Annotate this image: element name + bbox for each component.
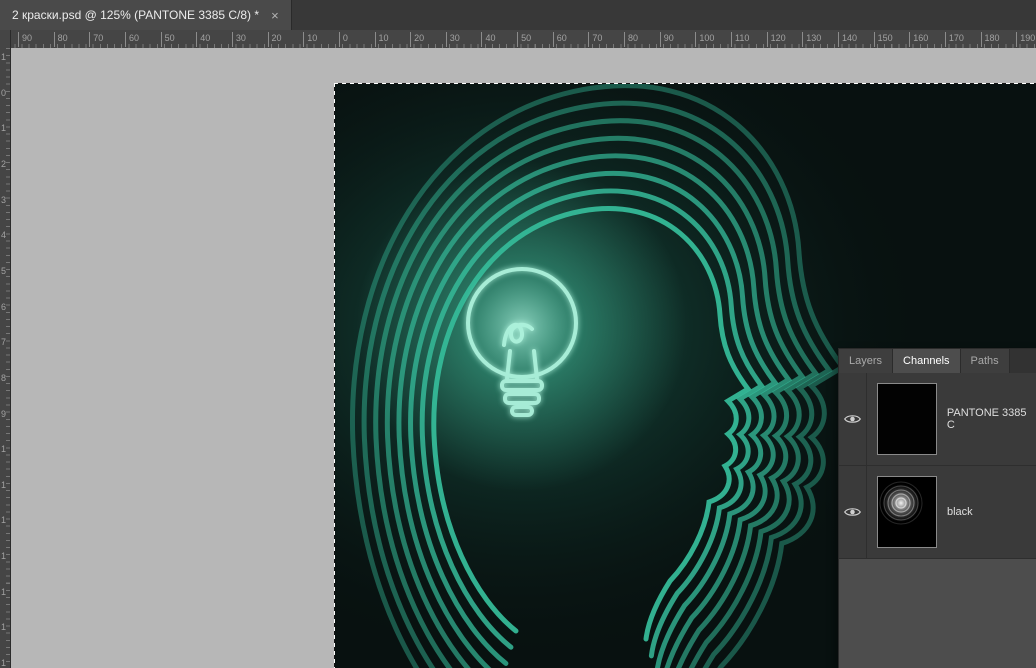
ruler-number: 5 <box>1 266 10 276</box>
ruler-number: 80 <box>624 32 638 47</box>
ruler-number: 8 <box>1 373 10 383</box>
channel-row-black[interactable]: black <box>839 466 1036 559</box>
selection-marquee-top <box>334 83 1036 84</box>
ruler-number: 130 <box>802 32 821 47</box>
eye-icon <box>844 506 861 518</box>
channels-panel: Layers Channels Paths PANTONE 3385 C <box>838 348 1036 668</box>
ruler-number: 1 <box>1 551 10 561</box>
ruler-number: 9 <box>1 409 10 419</box>
ruler-number: 1 <box>1 515 10 525</box>
ruler-number: 10 <box>303 32 317 47</box>
ruler-number: 1 <box>1 480 10 490</box>
document-tab-title: 2 краски.psd @ 125% (PANTONE 3385 C/8) * <box>12 8 259 22</box>
ruler-number: 1 <box>1 444 10 454</box>
panel-tab-bar: Layers Channels Paths <box>839 349 1036 373</box>
ruler-number: 20 <box>268 32 282 47</box>
ruler-number: 1 <box>1 587 10 597</box>
channel-name: black <box>947 506 973 518</box>
horizontal-ruler: 9080706050403020100102030405060708090100… <box>0 30 1036 49</box>
tab-layers[interactable]: Layers <box>839 349 893 373</box>
ruler-number: 6 <box>1 302 10 312</box>
ruler-number: 40 <box>481 32 495 47</box>
ruler-number: 1 <box>1 123 10 133</box>
channel-thumbnail-pantone[interactable] <box>877 383 937 455</box>
document-tab[interactable]: 2 краски.psd @ 125% (PANTONE 3385 C/8) *… <box>0 0 292 30</box>
eye-icon <box>844 413 861 425</box>
ruler-number: 190 <box>1016 32 1035 47</box>
ruler-number: 80 <box>54 32 68 47</box>
ruler-number: 120 <box>767 32 786 47</box>
ruler-number: 20 <box>410 32 424 47</box>
ruler-number: 2 <box>1 159 10 169</box>
ruler-number: 140 <box>838 32 857 47</box>
ruler-number: 0 <box>339 32 348 47</box>
channels-list: PANTONE 3385 C <box>839 373 1036 668</box>
ruler-number: 70 <box>89 32 103 47</box>
ruler-number: 30 <box>446 32 460 47</box>
visibility-toggle[interactable] <box>839 373 867 465</box>
ruler-number: 1 <box>1 622 10 632</box>
ruler-number: 180 <box>981 32 1000 47</box>
ruler-number: 60 <box>553 32 567 47</box>
vertical-ruler: 1 0 1 2 3 4 5 6 7 8 9 1 1 1 1 1 1 1 <box>0 48 11 668</box>
ruler-corner <box>0 30 11 49</box>
ruler-number: 10 <box>375 32 389 47</box>
ruler-number: 60 <box>125 32 139 47</box>
visibility-toggle[interactable] <box>839 466 867 558</box>
document-tab-bar: 2 краски.psd @ 125% (PANTONE 3385 C/8) *… <box>0 0 1036 31</box>
ruler-number: 0 <box>1 88 10 98</box>
channel-thumbnail-black[interactable] <box>877 476 937 548</box>
ruler-number: 90 <box>660 32 674 47</box>
selection-marquee-left <box>334 83 335 668</box>
ruler-number: 100 <box>695 32 714 47</box>
close-icon[interactable]: × <box>271 9 279 22</box>
ruler-number: 7 <box>1 337 10 347</box>
ruler-number: 3 <box>1 195 10 205</box>
ruler-number: 40 <box>196 32 210 47</box>
ruler-number: 30 <box>232 32 246 47</box>
ruler-number: 1 <box>1 52 10 62</box>
ruler-number: 1 <box>1 658 10 668</box>
channel-name: PANTONE 3385 C <box>947 407 1036 431</box>
ruler-number: 4 <box>1 230 10 240</box>
ruler-number: 110 <box>731 32 749 47</box>
channel-row-pantone[interactable]: PANTONE 3385 C <box>839 373 1036 466</box>
ruler-number: 150 <box>874 32 893 47</box>
ruler-number: 50 <box>161 32 175 47</box>
ruler-number: 160 <box>909 32 928 47</box>
ruler-number: 50 <box>517 32 531 47</box>
tab-channels[interactable]: Channels <box>893 349 960 373</box>
ruler-number: 170 <box>945 32 964 47</box>
ruler-number: 90 <box>18 32 32 47</box>
ruler-number: 70 <box>588 32 602 47</box>
tab-paths[interactable]: Paths <box>961 349 1010 373</box>
channel-thumbnail-art <box>878 477 936 547</box>
